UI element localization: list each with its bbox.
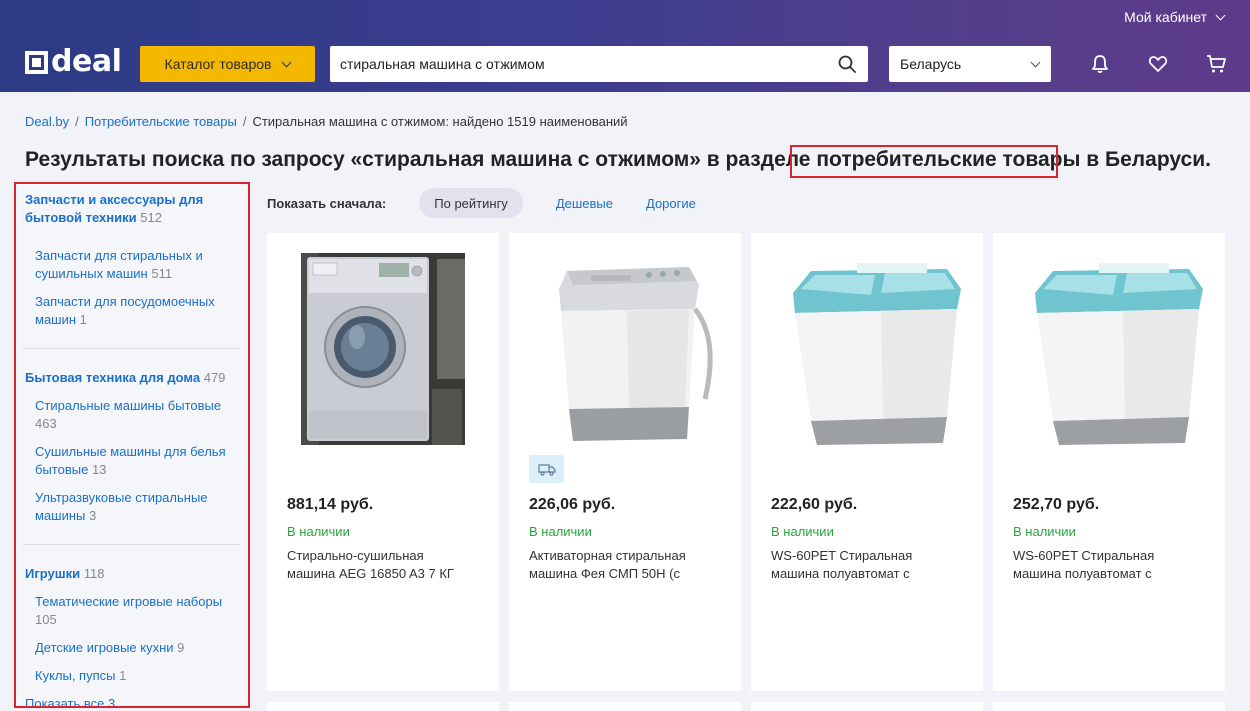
category-item[interactable]: Тематические игровые наборы 105 <box>35 593 238 629</box>
truck-icon <box>537 463 556 476</box>
chevron-down-icon <box>282 57 292 67</box>
bell-icon[interactable] <box>1089 53 1111 75</box>
my-cabinet-menu[interactable]: Мой кабинет <box>1124 9 1226 25</box>
sort-option-rating[interactable]: По рейтингу <box>419 188 523 218</box>
breadcrumb-separator: / <box>242 114 247 129</box>
product-name-link[interactable]: WS-60PET Стиральная машина полуавтомат с <box>771 547 947 583</box>
search-box <box>330 46 868 82</box>
product-card-next-row <box>993 702 1225 711</box>
product-card-next-row <box>267 702 499 711</box>
catalog-button-label: Каталог товаров <box>164 56 272 72</box>
deal-logo[interactable]: deal <box>25 44 122 79</box>
search-input[interactable] <box>330 46 810 82</box>
breadcrumb-home-link[interactable]: Deal.by <box>25 114 69 129</box>
product-card[interactable]: 222,60 руб. В наличии WS-60PET Стиральна… <box>751 233 983 691</box>
category-group-title[interactable]: Бытовая техника для дома 479 <box>25 369 238 387</box>
front-load-washer-image[interactable] <box>287 249 479 445</box>
logo-text: deal <box>51 44 122 79</box>
category-group: Игрушки 118 Тематические игровые наборы … <box>25 565 238 685</box>
twin-tub-washer-image[interactable] <box>529 249 721 445</box>
product-price: 222,60 руб. <box>771 496 858 513</box>
highlight-box <box>790 145 1058 178</box>
twin-tub-washer-image[interactable] <box>1013 249 1205 445</box>
category-item[interactable]: Запчасти для посудомоечных машин 1 <box>35 293 238 329</box>
sort-label: Показать сначала: <box>267 195 387 211</box>
category-group: Бытовая техника для дома 479 Стиральные … <box>25 369 238 525</box>
product-price: 252,70 руб. <box>1013 496 1100 513</box>
stock-status: В наличии <box>529 524 592 539</box>
product-card-next-row <box>751 702 983 711</box>
product-card-next-row <box>509 702 741 711</box>
category-item[interactable]: Запчасти для стиральных и сушильных маши… <box>35 247 238 283</box>
chevron-down-icon <box>1215 10 1226 20</box>
sort-option-cheap[interactable]: Дешевые <box>556 196 613 211</box>
delivery-badge <box>529 455 564 483</box>
cart-icon[interactable] <box>1205 53 1227 75</box>
logo-square-icon <box>25 50 48 74</box>
category-item[interactable]: Сушильные машины для белья бытовые 13 <box>35 443 238 479</box>
breadcrumb: Deal.by / Потребительские товары / Стира… <box>25 114 628 129</box>
heart-icon[interactable] <box>1147 53 1169 75</box>
product-card[interactable]: 881,14 руб. В наличии Стирально-сушильна… <box>267 233 499 691</box>
catalog-button[interactable]: Каталог товаров <box>140 46 315 82</box>
product-name-link[interactable]: Активаторная стиральная машина Фея СМП 5… <box>529 547 705 583</box>
site-header: Мой кабинет deal Каталог товаров Беларус… <box>0 0 1250 92</box>
product-price: 881,14 руб. <box>287 496 374 513</box>
product-name-link[interactable]: WS-60PET Стиральная машина полуавтомат с <box>1013 547 1189 583</box>
stock-status: В наличии <box>771 524 834 539</box>
product-card[interactable]: 252,70 руб. В наличии WS-60PET Стиральна… <box>993 233 1225 691</box>
product-name-link[interactable]: Стирально-сушильная машина AEG 16850 A3 … <box>287 547 463 583</box>
divider <box>23 348 240 349</box>
product-price: 226,06 руб. <box>529 496 616 513</box>
breadcrumb-current: Стиральная машина с отжимом: найдено 151… <box>252 114 628 129</box>
stock-status: В наличии <box>1013 524 1076 539</box>
breadcrumb-category-link[interactable]: Потребительские товары <box>85 114 237 129</box>
category-group-title[interactable]: Запчасти и аксессуары для бытовой техник… <box>25 191 238 227</box>
stock-status: В наличии <box>287 524 350 539</box>
region-select[interactable]: Беларусь <box>889 46 1051 82</box>
breadcrumb-separator: / <box>75 114 79 129</box>
divider <box>23 544 240 545</box>
region-value: Беларусь <box>900 56 962 72</box>
twin-tub-washer-image[interactable] <box>771 249 963 445</box>
my-cabinet-label: Мой кабинет <box>1124 9 1207 25</box>
category-item[interactable]: Куклы, пупсы 1 <box>35 667 238 685</box>
product-card[interactable]: 226,06 руб. В наличии Активаторная стира… <box>509 233 741 691</box>
chevron-down-icon <box>1030 57 1041 68</box>
sort-option-expensive[interactable]: Дорогие <box>646 196 696 211</box>
category-filter-sidebar: Запчасти и аксессуары для бытовой техник… <box>14 182 250 708</box>
sort-bar: Показать сначала: По рейтингу Дешевые До… <box>267 188 729 218</box>
show-all-link[interactable]: Показать все 3 <box>25 696 115 706</box>
category-item[interactable]: Стиральные машины бытовые 463 <box>35 397 238 433</box>
category-group: Запчасти и аксессуары для бытовой техник… <box>25 191 238 329</box>
search-icon[interactable] <box>838 55 856 73</box>
category-group-title[interactable]: Игрушки 118 <box>25 565 238 583</box>
category-item[interactable]: Детские игровые кухни 9 <box>35 639 238 657</box>
category-item[interactable]: Ультразвуковые стиральные машины 3 <box>35 489 238 525</box>
